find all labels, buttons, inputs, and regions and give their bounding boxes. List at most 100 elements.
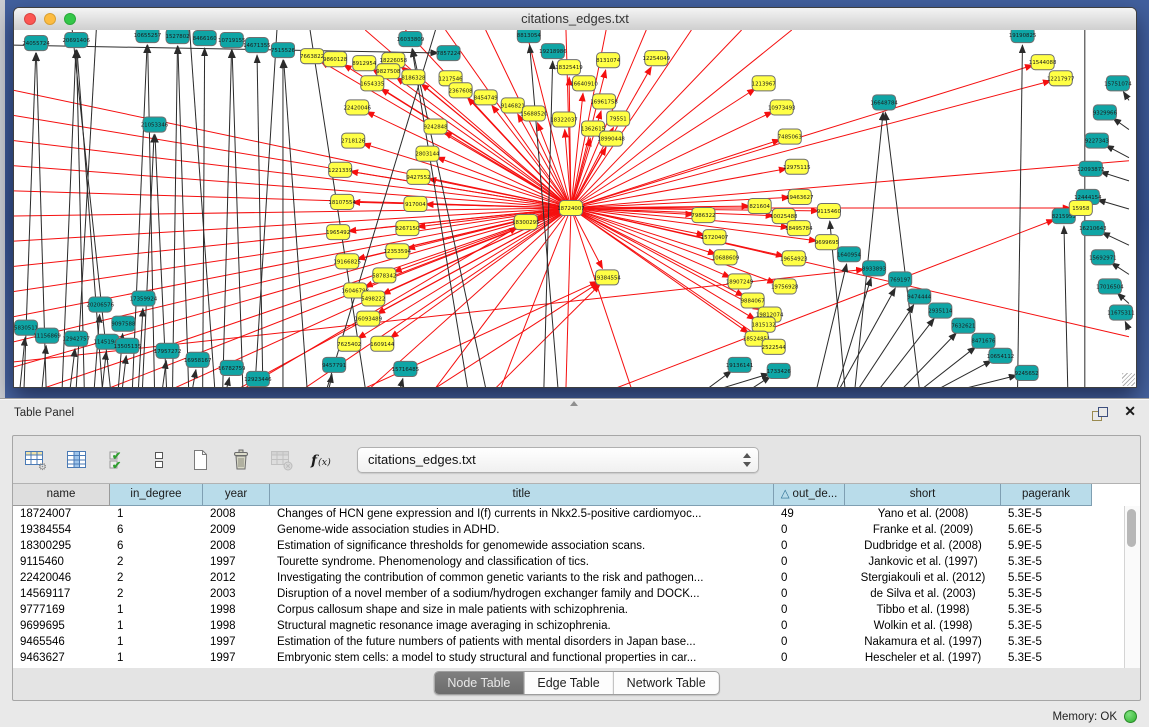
graph-node[interactable]: 9860128 [323,52,348,67]
tab-network-table[interactable]: Network Table [614,672,719,694]
graph-node[interactable]: 8912954 [352,56,377,71]
graph-node[interactable]: 917004 [404,196,427,211]
graph-node[interactable]: 19166825 [333,254,361,269]
graph-node[interactable]: 18724007 [557,200,585,215]
select-mode-icon[interactable]: ✔✔ [105,447,131,473]
graph-node[interactable]: 16782759 [218,360,246,375]
window-resize-handle[interactable] [1122,373,1135,386]
graph-node[interactable]: 10973493 [768,100,796,115]
graph-node[interactable]: 7515526 [271,43,296,58]
table-row[interactable]: 977716911998Corpus callosum shape and si… [13,602,1125,618]
panel-divider-handle[interactable] [570,401,578,406]
graph-node[interactable]: 7485063 [778,129,802,144]
graph-node[interactable]: 18495784 [785,221,813,236]
graph-node[interactable]: 7663822 [300,49,324,64]
graph-node[interactable]: 1213967 [752,76,776,91]
graph-node[interactable]: 16961758 [590,94,618,109]
column-header-title[interactable]: title [270,484,774,506]
graph-node[interactable]: 16033809 [397,32,425,47]
graph-node[interactable]: 12254049 [643,51,671,66]
graph-node[interactable]: 22420046 [343,100,371,115]
graph-node[interactable]: 21053346 [141,117,169,132]
graph-node[interactable]: 18107554 [328,194,356,209]
graph-node[interactable]: 16640910 [570,76,598,91]
graph-node[interactable]: 8131074 [596,53,621,68]
graph-node[interactable]: 7625402 [337,336,361,351]
graph-node[interactable]: 19218986 [539,44,567,59]
tab-node-table[interactable]: Node Table [434,672,524,694]
table-selector-dropdown[interactable]: citations_edges.txt [357,447,759,473]
graph-node[interactable]: 15751074 [1104,76,1132,91]
graph-node[interactable]: 11156869 [33,328,61,343]
graph-node[interactable]: 17359924 [130,291,158,306]
graph-node[interactable]: 9457791 [322,357,346,372]
row-format-icon[interactable] [146,447,172,473]
graph-node[interactable]: 16648784 [870,95,898,110]
graph-node[interactable]: 15692971 [1089,250,1117,265]
table-options-icon[interactable]: ⚙ [23,447,49,473]
graph-node[interactable]: 15716485 [392,361,420,376]
graph-node[interactable]: 19654923 [780,251,808,266]
delete-table-icon[interactable] [228,447,254,473]
graph-node[interactable]: 19463627 [786,189,814,204]
graph-node[interactable]: 8813054 [517,30,542,43]
column-header-out_de[interactable]: △out_de... [774,484,845,506]
graph-node[interactable]: 8186328 [401,70,426,85]
table-row[interactable]: 1938455462009Genome-wide association stu… [13,522,1125,538]
table-row[interactable]: 946362711997Embryonic stem cells: a mode… [13,650,1125,666]
graph-node[interactable]: 9227343 [1085,133,1109,148]
scrollbar-thumb[interactable] [1127,509,1136,547]
graph-node[interactable]: 24055724 [22,36,50,51]
graph-node[interactable]: 2522544 [762,339,787,354]
table-row[interactable]: 911546021997Tourette syndrome. Phenomeno… [13,554,1125,570]
graph-node[interactable]: 8454749 [474,90,499,105]
graph-node[interactable]: 15720407 [701,230,729,245]
column-header-year[interactable]: year [203,484,270,506]
float-panel-icon[interactable] [1092,407,1107,420]
graph-node[interactable]: 9329966 [1093,105,1118,120]
graph-node[interactable]: 18990448 [597,131,625,146]
graph-node[interactable]: 821604 [748,198,771,213]
graph-node[interactable]: 12217977 [1047,71,1075,86]
graph-node[interactable]: 10688609 [712,250,740,265]
column-header-pagerank[interactable]: pagerank [1001,484,1092,506]
graph-node[interactable]: 8471676 [971,333,996,348]
graph-node[interactable]: 9427552 [406,169,430,184]
graph-node[interactable]: 1640954 [837,247,862,262]
graph-node[interactable]: 15958 [1069,200,1092,215]
graph-node[interactable]: 9699695 [815,235,839,250]
column-header-in_degree[interactable]: in_degree [110,484,203,506]
network-window-titlebar[interactable]: citations_edges.txt [14,8,1136,31]
graph-node[interactable]: 15688520 [520,106,548,121]
graph-node[interactable]: 7632621 [951,318,975,333]
graph-node[interactable]: 2803144 [415,146,440,161]
graph-node[interactable]: 9097588 [111,316,136,331]
graph-node[interactable]: 5878342 [372,268,396,283]
graph-node[interactable]: 12975115 [783,159,811,174]
graph-node[interactable]: 7986322 [691,207,715,222]
column-header-short[interactable]: short [845,484,1001,506]
graph-node[interactable]: 1815132 [752,317,776,332]
network-canvas[interactable]: 2405572420691406106552571527802846616010… [14,30,1136,387]
graph-node[interactable]: 1733426 [767,363,792,378]
graph-node[interactable]: 2935114 [928,303,953,318]
graph-node[interactable]: 12923446 [244,371,272,386]
graph-node[interactable]: 9242848 [423,119,448,134]
citation-graph[interactable]: 2405572420691406106552571527802846616010… [14,30,1136,387]
graph-node[interactable]: 18907249 [726,274,754,289]
graph-node[interactable]: 16093489 [355,311,383,326]
graph-node[interactable]: 14671355 [243,38,271,53]
graph-node[interactable]: 19384554 [593,270,621,285]
graph-node[interactable]: 9115460 [817,203,842,218]
graph-node[interactable]: 18322037 [550,112,578,127]
graph-node[interactable]: 79551 [607,111,630,126]
graph-node[interactable]: 10655257 [134,30,162,43]
graph-node[interactable]: 19756928 [771,279,799,294]
graph-node[interactable]: 9884067 [741,293,765,308]
graph-node[interactable]: 8466160 [193,31,218,46]
table-row[interactable]: 946554611997Estimation of the future num… [13,634,1125,650]
tab-edge-table[interactable]: Edge Table [524,672,613,694]
table-row[interactable]: 2242004622012Investigating the contribut… [13,570,1125,586]
table-row[interactable]: 1456911722003Disruption of a novel membe… [13,586,1125,602]
graph-node[interactable]: 18300295 [512,215,540,230]
